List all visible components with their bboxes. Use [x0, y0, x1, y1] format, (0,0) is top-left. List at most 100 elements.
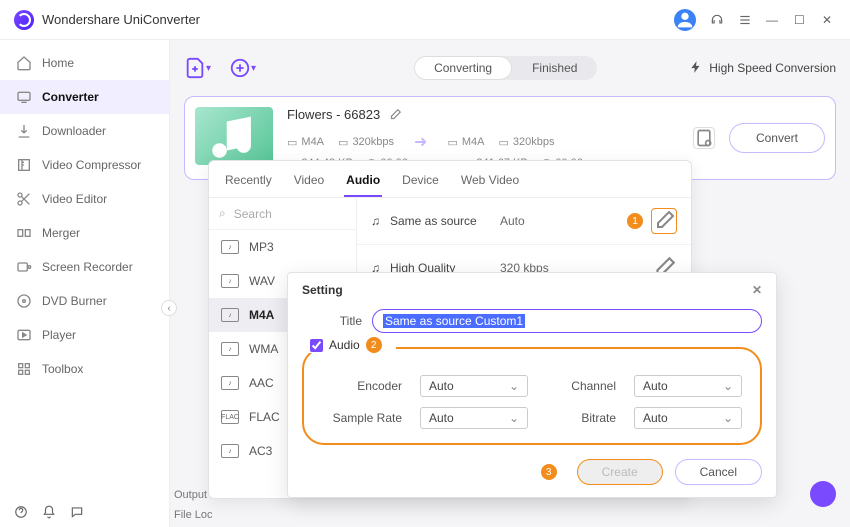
search-icon: ⌕ [219, 206, 226, 221]
home-icon [16, 55, 32, 71]
user-avatar[interactable] [674, 9, 696, 31]
sidebar-item-editor[interactable]: Video Editor [0, 182, 169, 216]
sidebar-item-recorder[interactable]: Screen Recorder [0, 250, 169, 284]
tab-video[interactable]: Video [292, 169, 326, 197]
note-icon: ♪ [221, 308, 239, 322]
maximize-button[interactable]: ☐ [794, 13, 808, 27]
converter-icon [16, 89, 32, 105]
sidebar-item-label: Toolbox [42, 362, 83, 376]
note-icon: ♪ [221, 444, 239, 458]
support-icon[interactable] [710, 13, 724, 27]
note-icon: ♪ [221, 342, 239, 356]
help-icon[interactable] [14, 505, 28, 519]
sidebar: Home Converter Downloader Video Compress… [0, 40, 170, 527]
title-input[interactable]: Same as source Custom1 [372, 309, 762, 333]
modal-close-button[interactable]: ✕ [752, 283, 762, 297]
status-segment[interactable]: Converting Finished [414, 56, 597, 80]
title-bar: Wondershare UniConverter — ☐ ✕ [0, 0, 850, 40]
preset-same-as-source[interactable]: ♫ Same as source Auto 1 [357, 198, 691, 245]
sidebar-item-label: Downloader [42, 124, 106, 138]
cancel-button[interactable]: Cancel [675, 459, 762, 485]
arrow-right-icon: ➜ [414, 132, 427, 152]
folder-icon: ▭ [498, 136, 508, 149]
bell-icon[interactable] [42, 505, 56, 519]
edit-preset-button[interactable] [651, 208, 677, 234]
sidebar-item-converter[interactable]: Converter [0, 80, 169, 114]
callout-badge-3: 3 [541, 464, 557, 480]
sidebar-item-label: Screen Recorder [42, 260, 133, 274]
sidebar-item-toolbox[interactable]: Toolbox [0, 352, 169, 386]
close-button[interactable]: ✕ [822, 13, 836, 27]
convert-button[interactable]: Convert [729, 123, 825, 153]
app-logo [14, 10, 34, 30]
format-mp3[interactable]: ♪MP3 [209, 230, 356, 264]
segment-converting[interactable]: Converting [414, 56, 512, 80]
add-file-button[interactable]: ▾ [184, 57, 211, 79]
encoder-label: Encoder [322, 379, 402, 393]
file-thumbnail [195, 107, 273, 165]
play-icon [16, 327, 32, 343]
file-location-label: File Loc [174, 509, 213, 521]
sidebar-item-compressor[interactable]: Video Compressor [0, 148, 169, 182]
note-icon: ♪ [221, 240, 239, 254]
sidebar-item-label: Merger [42, 226, 80, 240]
audio-settings-group: Audio 2 Encoder Auto Channel Auto Sample… [302, 347, 762, 445]
sidebar-item-label: Video Compressor [42, 158, 141, 172]
scissors-icon [16, 191, 32, 207]
samplerate-dropdown[interactable]: Auto [420, 407, 528, 429]
music-icon: ♫ [371, 214, 380, 228]
content-area: ▾ ▾ Converting Finished High Speed Conve… [170, 40, 850, 527]
file-title: Flowers - 66823 [287, 107, 380, 122]
disc-icon [16, 293, 32, 309]
note-icon: ♪ [221, 376, 239, 390]
folder-icon: ▭ [447, 136, 457, 149]
encoder-dropdown[interactable]: Auto [420, 375, 528, 397]
callout-badge-1: 1 [627, 213, 643, 229]
sidebar-item-merger[interactable]: Merger [0, 216, 169, 250]
tab-recently[interactable]: Recently [223, 169, 274, 197]
download-icon [16, 123, 32, 139]
sidebar-item-label: Player [42, 328, 76, 342]
app-title: Wondershare UniConverter [42, 12, 200, 27]
create-button[interactable]: Create [577, 459, 663, 485]
output-settings-button[interactable] [693, 127, 715, 149]
output-label: Output [174, 489, 213, 501]
bolt-icon [689, 60, 703, 77]
settings-modal: Setting ✕ Title Same as source Custom1 A… [287, 272, 777, 498]
callout-badge-2: 2 [366, 337, 382, 353]
audio-checkbox[interactable] [310, 339, 323, 352]
note-icon: FLAC [221, 410, 239, 424]
sidebar-item-home[interactable]: Home [0, 46, 169, 80]
rename-icon[interactable] [388, 108, 402, 122]
channel-dropdown[interactable]: Auto [634, 375, 742, 397]
grid-icon [16, 361, 32, 377]
sidebar-item-label: Converter [42, 90, 99, 104]
format-search[interactable]: ⌕Search [209, 198, 356, 230]
sidebar-item-label: DVD Burner [42, 294, 107, 308]
menu-icon[interactable] [738, 13, 752, 27]
record-icon [16, 259, 32, 275]
minimize-button[interactable]: — [766, 13, 780, 27]
bitrate-dropdown[interactable]: Auto [634, 407, 742, 429]
segment-finished[interactable]: Finished [512, 56, 597, 80]
samplerate-label: Sample Rate [322, 411, 402, 425]
tab-webvideo[interactable]: Web Video [459, 169, 521, 197]
high-speed-toggle[interactable]: High Speed Conversion [689, 60, 836, 77]
sidebar-item-label: Home [42, 56, 74, 70]
compress-icon [16, 157, 32, 173]
sidebar-item-label: Video Editor [42, 192, 107, 206]
folder-icon: ▭ [287, 136, 297, 149]
convert-all-button[interactable] [810, 481, 836, 507]
audio-label: Audio [329, 338, 360, 352]
sidebar-item-player[interactable]: Player [0, 318, 169, 352]
sidebar-item-dvd[interactable]: DVD Burner [0, 284, 169, 318]
add-url-button[interactable]: ▾ [229, 57, 256, 79]
note-icon: ♪ [221, 274, 239, 288]
bitrate-label: Bitrate [546, 411, 616, 425]
tab-device[interactable]: Device [400, 169, 441, 197]
folder-icon: ▭ [338, 136, 348, 149]
title-label: Title [302, 314, 362, 328]
message-icon[interactable] [70, 505, 84, 519]
sidebar-item-downloader[interactable]: Downloader [0, 114, 169, 148]
tab-audio[interactable]: Audio [344, 169, 382, 197]
